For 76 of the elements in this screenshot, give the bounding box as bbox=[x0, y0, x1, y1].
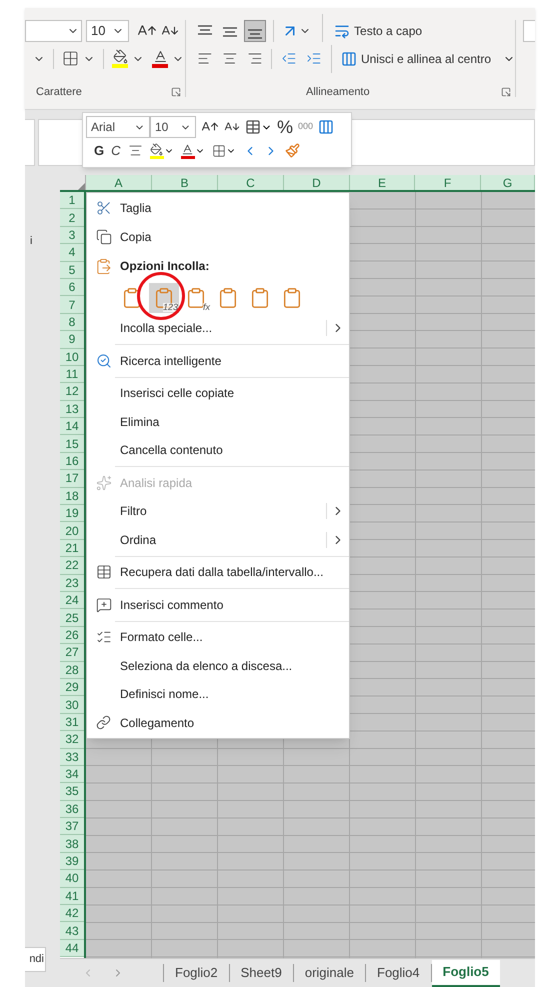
column-header[interactable]: E bbox=[378, 175, 386, 192]
dialog-launcher-icon[interactable] bbox=[501, 87, 512, 97]
sparkle-icon bbox=[96, 474, 112, 491]
clipboard-icon bbox=[249, 286, 271, 308]
column-header[interactable]: A bbox=[114, 175, 122, 192]
field[interactable] bbox=[523, 20, 535, 42]
fill-color-icon[interactable] bbox=[112, 49, 128, 68]
fill-color-icon[interactable] bbox=[150, 142, 164, 159]
clipboard-icon bbox=[281, 286, 303, 308]
paste-option-label: fx bbox=[202, 302, 210, 312]
table-icon bbox=[96, 564, 112, 580]
font-size-field[interactable]: 10 bbox=[150, 116, 196, 138]
italic-button[interactable]: C bbox=[111, 141, 121, 160]
group-label: Carattere bbox=[36, 84, 82, 100]
font-name-field[interactable]: Arial bbox=[86, 116, 150, 138]
paste-option-button[interactable]: 123 bbox=[149, 282, 179, 312]
paste-option-label: 123 bbox=[162, 302, 178, 312]
menu-item[interactable]: Formato celle... bbox=[87, 623, 349, 652]
scissors-icon bbox=[96, 200, 112, 216]
number-format-icon[interactable] bbox=[245, 119, 261, 135]
borders-icon[interactable] bbox=[212, 144, 226, 158]
side-text: i bbox=[29, 234, 34, 249]
menu-item[interactable]: Definisci nome... bbox=[87, 680, 349, 708]
column-header[interactable]: D bbox=[312, 175, 321, 192]
link-icon bbox=[96, 715, 111, 730]
menu-item[interactable]: Incolla speciale... bbox=[87, 314, 349, 342]
align-center-icon[interactable] bbox=[128, 143, 143, 158]
font-name-value: Arial bbox=[91, 119, 116, 136]
group-label: Allineamento bbox=[306, 84, 370, 100]
dialog-launcher-icon[interactable] bbox=[171, 87, 182, 97]
menu-item[interactable]: Cancella contenuto bbox=[87, 436, 349, 464]
clipboard-icon bbox=[217, 286, 239, 308]
sheet-tab[interactable]: Foglio5 bbox=[432, 960, 500, 986]
merge-center-button[interactable]: Unisci e allinea al centro bbox=[340, 50, 516, 68]
paste-option-button[interactable]: fx bbox=[181, 282, 211, 312]
menu-item[interactable]: Seleziona da elenco a discesa... bbox=[87, 652, 349, 680]
borders-icon[interactable] bbox=[62, 50, 79, 67]
sheet-tab[interactable]: Foglio4 bbox=[366, 960, 431, 986]
column-header[interactable]: F bbox=[444, 175, 452, 192]
wrap-text-button[interactable]: Testo a capo bbox=[334, 20, 422, 42]
align-bottom-icon[interactable] bbox=[244, 20, 266, 42]
copy-icon bbox=[96, 228, 112, 245]
menu-item[interactable]: Collegamento bbox=[87, 708, 349, 737]
menu-item[interactable]: Filtro bbox=[87, 497, 349, 526]
menu-item[interactable]: Ordina bbox=[87, 526, 349, 554]
column-header[interactable]: C bbox=[246, 175, 255, 192]
menu-item[interactable]: Inserisci celle copiate bbox=[87, 379, 349, 408]
thousands-button[interactable]: 000 bbox=[298, 120, 314, 134]
font-color-icon[interactable] bbox=[152, 49, 168, 68]
menu-item[interactable]: Elimina bbox=[87, 408, 349, 436]
menu-section-header: Opzioni Incolla: bbox=[120, 258, 210, 275]
column-header[interactable]: B bbox=[180, 175, 188, 192]
sheet-tab[interactable]: Sheet9 bbox=[230, 960, 293, 986]
wrap-text-icon bbox=[334, 23, 350, 39]
menu-item[interactable]: Copia bbox=[87, 222, 349, 251]
menu-item[interactable]: Inserisci commento bbox=[87, 590, 349, 619]
font-size-value: 10 bbox=[155, 119, 168, 136]
font-name-field[interactable] bbox=[25, 20, 82, 42]
merge-icon[interactable] bbox=[318, 119, 334, 135]
percent-button[interactable]: % bbox=[277, 118, 294, 136]
bold-button[interactable]: G bbox=[94, 141, 104, 160]
sheet-tab[interactable]: Foglio2 bbox=[164, 960, 229, 986]
sheet-tab[interactable]: originale bbox=[294, 960, 365, 986]
menu-item[interactable]: Ricerca intelligente bbox=[87, 346, 349, 375]
annotation-circle bbox=[137, 272, 185, 320]
format-painter-icon[interactable] bbox=[284, 143, 300, 158]
side-panel-button[interactable]: ndi bbox=[25, 947, 46, 972]
comment-icon bbox=[96, 596, 112, 613]
menu-item[interactable]: Taglia bbox=[87, 194, 349, 222]
merge-icon bbox=[340, 50, 357, 66]
font-size-value: 10 bbox=[91, 22, 106, 40]
search-icon bbox=[96, 352, 112, 369]
menu-item[interactable]: Recupera dati dalla tabella/intervallo... bbox=[87, 558, 349, 586]
clipboard-icon bbox=[95, 258, 112, 274]
font-size-field[interactable]: 10 bbox=[86, 20, 129, 42]
font-color-icon[interactable] bbox=[180, 142, 195, 159]
